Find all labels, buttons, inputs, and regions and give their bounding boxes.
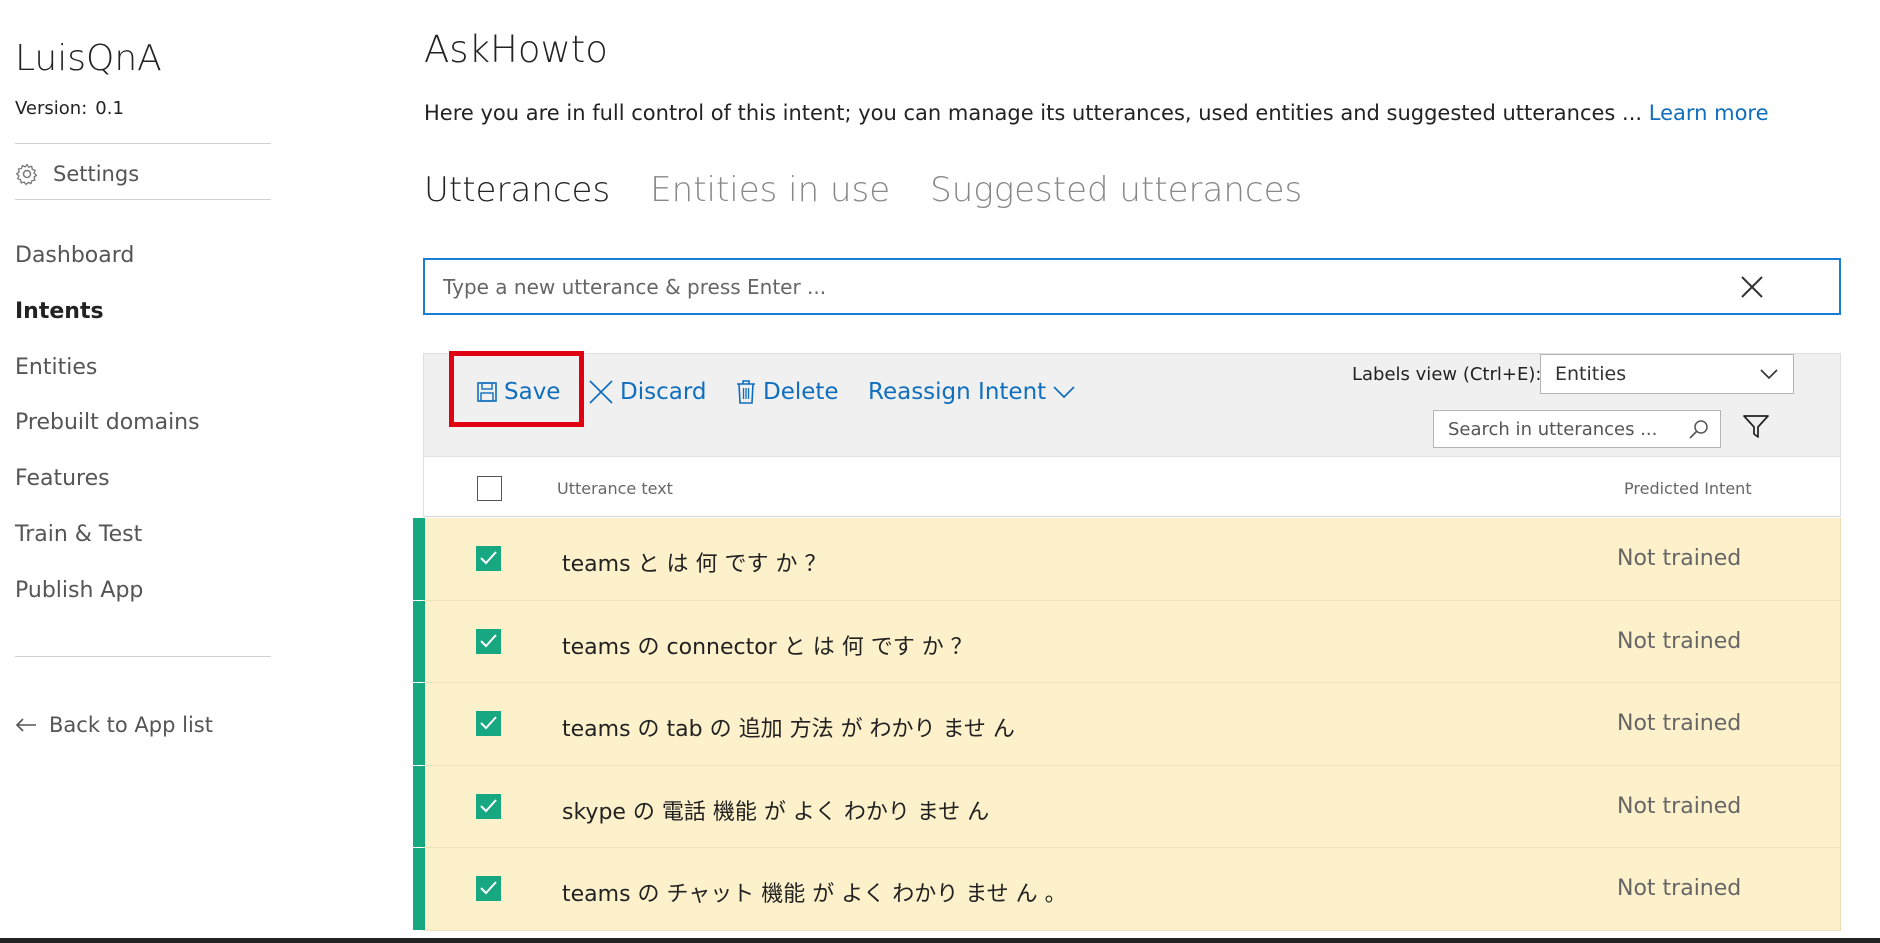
checkmark-icon — [480, 551, 497, 565]
row-selected-indicator — [413, 518, 425, 600]
row-selected-indicator — [413, 765, 425, 847]
predicted-intent: Not trained — [1617, 793, 1742, 819]
search-icon[interactable] — [1688, 418, 1710, 440]
window-bottom-edge — [0, 938, 1880, 943]
tab-suggested-utterances[interactable]: Suggested utterances — [930, 170, 1302, 210]
predicted-intent: Not trained — [1617, 546, 1742, 571]
predicted-intent: Not trained — [1617, 628, 1742, 654]
utterance-text: teams の connector と は 何 です か ？ — [562, 634, 973, 660]
column-header-predicted-intent[interactable]: Predicted Intent — [1624, 479, 1752, 498]
checkmark-icon — [480, 633, 497, 647]
sidebar-divider — [15, 199, 271, 200]
labels-view-select[interactable]: Entities — [1540, 354, 1794, 394]
discard-label: Discard — [620, 379, 707, 405]
sidebar-item-features[interactable]: Features — [15, 466, 110, 491]
utterance-text: skype の 電話 機能 が よく わかり ませ ん — [562, 799, 990, 825]
tab-entities-in-use[interactable]: Entities in use — [650, 170, 890, 210]
checkmark-icon — [480, 881, 497, 895]
reassign-intent-dropdown[interactable]: Reassign Intent — [868, 372, 1076, 412]
sidebar-item-prebuilt-domains[interactable]: Prebuilt domains — [15, 410, 200, 435]
row-checkbox[interactable] — [476, 628, 501, 654]
reassign-label: Reassign Intent — [868, 379, 1047, 405]
row-checkbox[interactable] — [476, 711, 501, 736]
chevron-down-icon — [1760, 369, 1778, 380]
version-value: 0.1 — [95, 98, 124, 119]
save-button[interactable]: Save — [476, 372, 560, 412]
delete-label: Delete — [763, 379, 839, 405]
labels-view-value: Entities — [1555, 363, 1627, 385]
predicted-intent: Not trained — [1617, 876, 1742, 901]
table-header: Utterance text Predicted Intent — [423, 457, 1841, 517]
close-icon[interactable] — [1737, 272, 1767, 302]
utterance-text: teams と は 何 です か ？ — [562, 552, 827, 577]
settings-label: Settings — [53, 162, 140, 186]
utterances-toolbar: Save Discard Delete Reassign Intent Labe… — [423, 351, 1841, 457]
checkmark-icon — [480, 798, 497, 812]
save-icon — [477, 382, 497, 402]
back-to-app-list-link[interactable]: Back to App list — [15, 713, 213, 737]
select-all-checkbox[interactable] — [477, 476, 502, 501]
page-title: AskHowto — [424, 28, 608, 71]
tab-bar: Utterances Entities in use Suggested utt… — [424, 170, 1302, 210]
discard-button[interactable]: Discard — [588, 372, 706, 412]
sidebar-divider — [15, 656, 271, 657]
intent-description: Here you are in full control of this int… — [424, 101, 1769, 125]
table-row[interactable]: teams の connector と は 何 です か ？ Not train… — [413, 600, 1841, 683]
trash-icon — [737, 380, 755, 404]
learn-more-link[interactable]: Learn more — [1649, 101, 1769, 125]
settings-link[interactable]: Settings — [15, 162, 139, 186]
table-row[interactable]: teams と は 何 です か ？ Not trained — [413, 518, 1841, 601]
arrow-left-icon — [15, 718, 36, 732]
version-info: Version: 0.1 — [15, 98, 124, 119]
utterance-list: teams と は 何 です か ？ Not trained teams の c… — [413, 518, 1841, 931]
row-selected-indicator — [413, 848, 425, 930]
utterance-search-box — [1433, 410, 1721, 448]
labels-view-label: Labels view (Ctrl+E): — [1352, 364, 1542, 385]
utterance-input[interactable] — [443, 260, 1743, 313]
delete-button[interactable]: Delete — [735, 372, 839, 412]
gear-icon — [15, 163, 38, 186]
table-row[interactable]: skype の 電話 機能 が よく わかり ませ ん Not trained — [413, 765, 1841, 848]
close-icon — [589, 380, 613, 404]
predicted-intent: Not trained — [1617, 711, 1742, 736]
checkmark-icon — [480, 716, 497, 730]
sidebar-divider — [15, 143, 271, 144]
save-label: Save — [504, 379, 561, 405]
row-checkbox[interactable] — [476, 546, 501, 571]
back-label: Back to App list — [49, 713, 213, 737]
utterance-text: teams の チャット 機能 が よく わかり ませ ん 。 — [562, 882, 1067, 907]
row-selected-indicator — [413, 683, 425, 765]
table-row[interactable]: teams の チャット 機能 が よく わかり ませ ん 。 Not trai… — [413, 848, 1841, 931]
description-text: Here you are in full control of this int… — [424, 101, 1649, 125]
utterance-input-box — [423, 258, 1841, 315]
version-label: Version: — [15, 98, 88, 119]
app-name: LuisQnA — [15, 38, 162, 79]
row-checkbox[interactable] — [476, 876, 501, 901]
utterance-search-input[interactable] — [1448, 411, 1688, 447]
sidebar: LuisQnA Version: 0.1 Settings Dashboard I… — [0, 0, 290, 943]
chevron-down-icon — [1053, 386, 1075, 399]
sidebar-item-entities[interactable]: Entities — [15, 355, 97, 380]
table-row[interactable]: teams の tab の 追加 方法 が わかり ませ ん Not train… — [413, 683, 1841, 766]
filter-icon[interactable] — [1742, 414, 1770, 440]
sidebar-item-intents[interactable]: Intents — [15, 299, 104, 324]
sidebar-item-train-test[interactable]: Train & Test — [15, 522, 142, 547]
utterance-text: teams の tab の 追加 方法 が わかり ませ ん — [562, 717, 1015, 742]
tab-utterances[interactable]: Utterances — [424, 170, 610, 210]
sidebar-item-dashboard[interactable]: Dashboard — [15, 243, 134, 268]
row-selected-indicator — [413, 600, 425, 682]
sidebar-item-publish-app[interactable]: Publish App — [15, 578, 143, 603]
column-header-utterance-text[interactable]: Utterance text — [557, 479, 673, 498]
row-checkbox[interactable] — [476, 793, 501, 819]
